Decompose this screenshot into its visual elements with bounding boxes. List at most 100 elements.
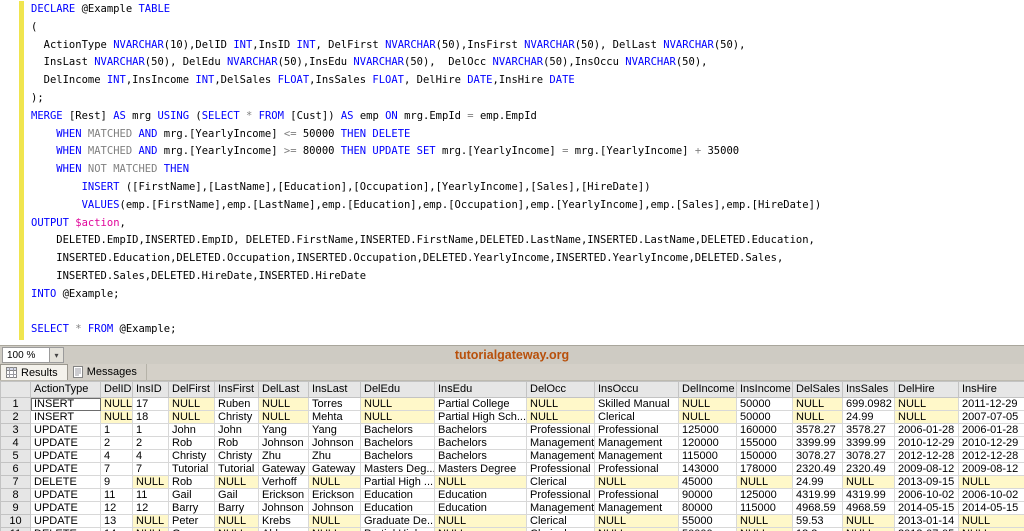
grid-cell[interactable]: Clerical	[526, 527, 595, 531]
grid-cell[interactable]: 11	[100, 488, 133, 502]
grid-cell[interactable]: Erickson	[258, 488, 309, 502]
grid-cell[interactable]: 2009-08-12	[894, 462, 959, 476]
grid-cell[interactable]: Bachelors	[434, 436, 527, 450]
grid-cell[interactable]: NULL	[594, 527, 679, 531]
grid-cell[interactable]: 3399.99	[842, 436, 895, 450]
grid-cell[interactable]: 24.99	[842, 410, 895, 424]
row-number-cell[interactable]: 3	[0, 423, 31, 437]
grid-cell[interactable]: Rob	[214, 436, 259, 450]
grid-cell[interactable]: NULL	[958, 514, 1024, 528]
grid-cell[interactable]: 2010-12-29	[894, 436, 959, 450]
grid-cell[interactable]: Yang	[308, 423, 361, 437]
row-number-cell[interactable]: 10	[0, 514, 31, 528]
grid-cell[interactable]: Mehta	[308, 410, 361, 424]
grid-cell[interactable]: 2006-01-28	[894, 423, 959, 437]
grid-cell[interactable]: NULL	[678, 410, 737, 424]
tab-messages[interactable]: Messages	[68, 364, 147, 380]
row-number-cell[interactable]: 11	[0, 527, 31, 531]
grid-cell[interactable]: 14	[100, 527, 133, 531]
grid-cell[interactable]: Professional	[594, 462, 679, 476]
grid-cell[interactable]: NULL	[308, 527, 361, 531]
grid-cell[interactable]: NULL	[214, 514, 259, 528]
grid-cell[interactable]: 2320.49	[792, 462, 843, 476]
grid-cell[interactable]: NULL	[168, 397, 215, 411]
grid-cell[interactable]: 13.3	[792, 527, 843, 531]
grid-cell[interactable]: 160000	[736, 423, 793, 437]
grid-cell[interactable]: 24.99	[792, 475, 843, 489]
grid-cell[interactable]: Johnson	[258, 501, 309, 515]
grid-cell[interactable]: Masters Deg...	[360, 462, 435, 476]
column-header-deledu[interactable]: DelEdu	[360, 381, 435, 398]
grid-cell[interactable]: 2007-07-05	[958, 410, 1024, 424]
grid-corner-cell[interactable]	[0, 381, 31, 398]
grid-cell[interactable]: Johnson	[308, 436, 361, 450]
column-header-dellast[interactable]: DelLast	[258, 381, 309, 398]
grid-cell[interactable]: NULL	[360, 410, 435, 424]
grid-cell[interactable]: 11	[132, 488, 169, 502]
grid-cell[interactable]: Rob	[168, 436, 215, 450]
grid-cell[interactable]: 4319.99	[842, 488, 895, 502]
grid-cell[interactable]: 143000	[678, 462, 737, 476]
grid-cell[interactable]: NULL	[214, 475, 259, 489]
grid-cell[interactable]: NULL	[736, 514, 793, 528]
grid-cell[interactable]: Peter	[168, 514, 215, 528]
grid-cell[interactable]: DELETE	[30, 527, 101, 531]
row-number-cell[interactable]: 8	[0, 488, 31, 502]
grid-cell[interactable]: Yang	[258, 423, 309, 437]
column-header-delincome[interactable]: DelIncome	[678, 381, 737, 398]
grid-cell[interactable]: UPDATE	[30, 514, 101, 528]
grid-cell[interactable]: NULL	[792, 397, 843, 411]
grid-cell[interactable]: NULL	[434, 475, 527, 489]
grid-cell[interactable]: NULL	[214, 527, 259, 531]
row-number-cell[interactable]: 5	[0, 449, 31, 463]
grid-cell[interactable]: 12	[132, 501, 169, 515]
grid-cell[interactable]: Bachelors	[434, 449, 527, 463]
grid-cell[interactable]: NULL	[100, 397, 133, 411]
grid-cell[interactable]: NULL	[736, 527, 793, 531]
grid-cell[interactable]: NULL	[594, 475, 679, 489]
grid-cell[interactable]: NULL	[894, 397, 959, 411]
grid-cell[interactable]: 3078.27	[842, 449, 895, 463]
grid-cell[interactable]: 3399.99	[792, 436, 843, 450]
grid-cell[interactable]: 125000	[678, 423, 737, 437]
grid-cell[interactable]: 3078.27	[792, 449, 843, 463]
grid-cell[interactable]: NULL	[360, 397, 435, 411]
grid-cell[interactable]: 120000	[678, 436, 737, 450]
row-number-cell[interactable]: 1	[0, 397, 31, 411]
grid-cell[interactable]: 2013-07-05	[894, 527, 959, 531]
grid-cell[interactable]: Christy	[168, 449, 215, 463]
grid-cell[interactable]: 9	[100, 475, 133, 489]
grid-cell[interactable]: Education	[434, 488, 527, 502]
grid-cell[interactable]: 699.0982	[842, 397, 895, 411]
grid-cell[interactable]: Christy	[214, 449, 259, 463]
grid-cell[interactable]: Partial High ...	[360, 475, 435, 489]
grid-cell[interactable]: 4968.59	[792, 501, 843, 515]
grid-cell[interactable]: 2	[100, 436, 133, 450]
grid-cell[interactable]: 115000	[678, 449, 737, 463]
grid-cell[interactable]: Zhu	[258, 449, 309, 463]
grid-cell[interactable]: Gail	[214, 488, 259, 502]
grid-cell[interactable]: 115000	[736, 501, 793, 515]
grid-cell[interactable]: 2006-10-02	[958, 488, 1024, 502]
grid-cell[interactable]: NULL	[258, 410, 309, 424]
grid-cell[interactable]: Krebs	[258, 514, 309, 528]
grid-cell[interactable]: 2012-12-28	[958, 449, 1024, 463]
grid-cell[interactable]: Management	[526, 501, 595, 515]
column-header-insoccu[interactable]: InsOccu	[594, 381, 679, 398]
grid-cell[interactable]: NULL	[842, 527, 895, 531]
grid-cell[interactable]: 18	[132, 410, 169, 424]
column-header-delsales[interactable]: DelSales	[792, 381, 843, 398]
grid-cell[interactable]: Professional	[594, 488, 679, 502]
grid-cell[interactable]: Tutorial	[214, 462, 259, 476]
grid-cell[interactable]: NULL	[308, 514, 361, 528]
grid-cell[interactable]: 50000	[736, 397, 793, 411]
grid-cell[interactable]: Bachelors	[360, 436, 435, 450]
grid-cell[interactable]: 90000	[678, 488, 737, 502]
grid-cell[interactable]: Clerical	[526, 475, 595, 489]
grid-cell[interactable]: Management	[594, 501, 679, 515]
grid-cell[interactable]: NULL	[842, 514, 895, 528]
grid-cell[interactable]: 2010-12-29	[958, 436, 1024, 450]
grid-cell[interactable]: Professional	[594, 423, 679, 437]
column-header-delhire[interactable]: DelHire	[894, 381, 959, 398]
grid-cell[interactable]: Partial High Sch...	[434, 410, 527, 424]
